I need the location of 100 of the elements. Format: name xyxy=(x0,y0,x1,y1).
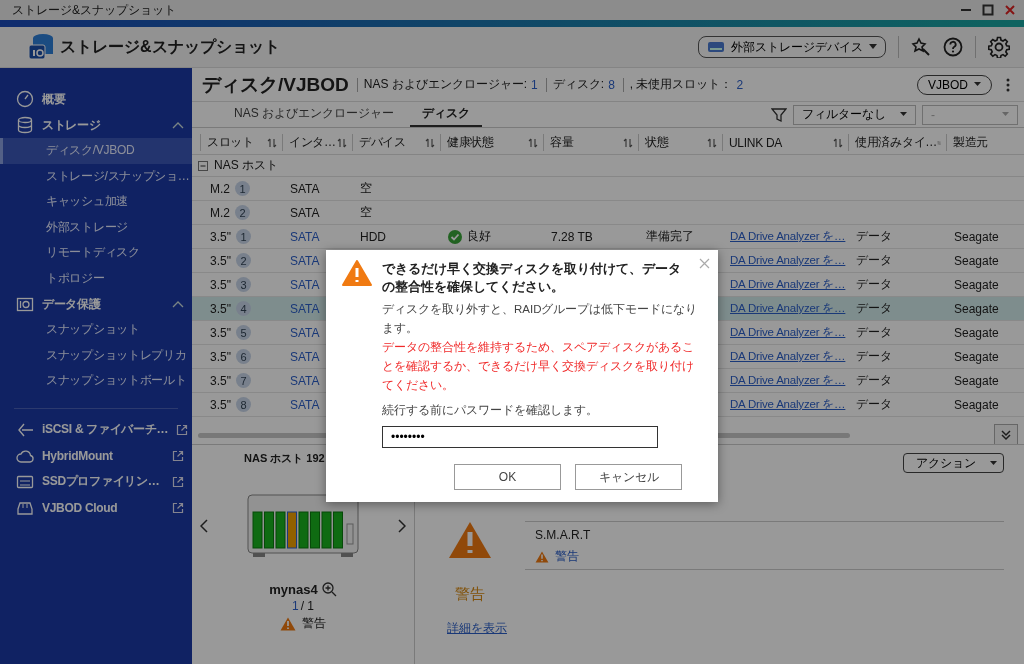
enclosure-title: NAS ホスト 192 xyxy=(244,451,325,466)
column-header[interactable]: 製造元 xyxy=(946,134,1024,151)
column-header[interactable]: スロット xyxy=(200,134,282,151)
close-icon[interactable] xyxy=(1004,4,1016,16)
external-link-icon[interactable] xyxy=(172,501,184,514)
caret-icon xyxy=(974,82,981,87)
dialog-button[interactable]: キャンセル xyxy=(575,464,682,490)
slot-number: 4 xyxy=(235,301,251,316)
zoom-in-icon[interactable] xyxy=(321,582,337,597)
sidebar-subitem[interactable]: スナップショット xyxy=(0,317,192,343)
table-cell: Seagate xyxy=(954,373,999,388)
drive-analyzer-link[interactable]: DA Drive Analyzer を… xyxy=(730,229,846,244)
next-icon[interactable] xyxy=(398,519,406,533)
table-cell: SATA xyxy=(290,181,320,196)
slot-label: 3.5" xyxy=(210,277,231,292)
sidebar-subitem[interactable]: トポロジー xyxy=(0,265,192,291)
external-link-icon[interactable] xyxy=(172,475,184,488)
dialog-title: できるだけ早く交換ディスクを取り付けて、データの整合性を確保してください。 xyxy=(382,260,682,296)
table-row[interactable]: M.2 1 SATA 空 xyxy=(192,177,1024,201)
help-icon[interactable] xyxy=(943,37,963,57)
interface-link[interactable]: SATA xyxy=(290,229,320,244)
vjbod-dropdown[interactable]: VJBOD xyxy=(917,74,992,95)
nas-name: mynas4 xyxy=(269,582,318,597)
gauge-icon xyxy=(16,90,34,108)
tab[interactable]: NAS およびエンクロージャー xyxy=(222,102,406,127)
interface-link[interactable]: SATA xyxy=(290,349,320,364)
dialog-button[interactable]: OK xyxy=(454,464,561,490)
chevron-up-icon[interactable] xyxy=(172,121,184,129)
storage-logo-icon xyxy=(28,33,54,61)
column-header[interactable]: 状態 xyxy=(638,134,722,151)
column-header[interactable]: 健康状態 xyxy=(440,134,543,151)
interface-link[interactable]: SATA xyxy=(290,397,320,412)
warning-icon xyxy=(535,550,549,563)
table-cell: データ xyxy=(856,276,892,293)
external-link-icon[interactable] xyxy=(176,423,189,436)
slot-label: 3.5" xyxy=(210,325,231,340)
table-cell: データ xyxy=(856,300,892,317)
column-header[interactable]: デバイス xyxy=(352,134,440,151)
slot-number: 6 xyxy=(235,349,251,364)
external-storage-button[interactable]: 外部ストレージデバイス xyxy=(698,36,886,58)
details-link[interactable]: 詳細を表示 xyxy=(447,620,507,637)
tab[interactable]: ディスク xyxy=(410,102,482,127)
warning-icon xyxy=(280,616,296,631)
drive-analyzer-link[interactable]: DA Drive Analyzer を… xyxy=(730,325,846,340)
table-cell: Seagate xyxy=(954,349,999,364)
column-header[interactable]: 容量 xyxy=(543,134,638,151)
column-header[interactable]: ULINK DA xyxy=(722,134,848,151)
sidebar-subitem[interactable]: キャッシュ加速 xyxy=(0,189,192,215)
external-link-icon[interactable] xyxy=(172,449,184,462)
table-cell: 良好 xyxy=(467,228,491,245)
table-cell: データ xyxy=(856,396,892,413)
sidebar-item[interactable]: SSDプロファイリン… xyxy=(0,468,192,495)
collapse-icon[interactable] xyxy=(198,160,208,171)
interface-link[interactable]: SATA xyxy=(290,277,320,292)
slot-number: 8 xyxy=(235,397,251,412)
chevron-up-icon[interactable] xyxy=(172,300,184,308)
drive-analyzer-link[interactable]: DA Drive Analyzer を… xyxy=(730,373,846,388)
sidebar-item[interactable]: iSCSI & ファイバーチ… xyxy=(0,416,192,443)
sidebar-subitem[interactable]: 外部ストレージ xyxy=(0,214,192,240)
interface-link[interactable]: SATA xyxy=(290,373,320,388)
drive-analyzer-link[interactable]: DA Drive Analyzer を… xyxy=(730,253,846,268)
table-cell: データ xyxy=(856,324,892,341)
maximize-icon[interactable] xyxy=(982,4,994,16)
interface-link[interactable]: SATA xyxy=(290,253,320,268)
table-cell: Seagate xyxy=(954,253,999,268)
sidebar-item[interactable]: HybridMount xyxy=(0,442,192,469)
table-row[interactable]: M.2 2 SATA 空 xyxy=(192,201,1024,225)
table-row[interactable]: 3.5" 1 SATA HDD 良好 7.28 TB 準備完了 DA Drive Analyzer を… データ Seagate xyxy=(192,225,1024,249)
magic-wand-icon[interactable] xyxy=(911,37,931,57)
table-cell: Seagate xyxy=(954,301,999,316)
interface-link[interactable]: SATA xyxy=(290,301,320,316)
settings-icon[interactable] xyxy=(988,36,1010,58)
filter-dropdown[interactable]: フィルターなし xyxy=(793,104,916,125)
column-header[interactable]: 使用済みタイ… xyxy=(848,134,946,151)
sidebar-subitem[interactable]: スナップショットボールト xyxy=(0,368,192,394)
table-cell: データ xyxy=(856,372,892,389)
previous-icon[interactable] xyxy=(200,519,208,533)
more-options-icon[interactable] xyxy=(1006,77,1010,92)
sidebar-item[interactable]: VJBOD Cloud xyxy=(0,494,192,521)
double-chevron-icon xyxy=(1000,428,1012,441)
sidebar-subitem[interactable]: リモートディスク xyxy=(0,240,192,266)
window-title: ストレージ&スナップショット xyxy=(12,1,176,19)
sidebar-subitem[interactable]: ディスク/VJBOD xyxy=(0,138,192,164)
column-header[interactable]: インタ… xyxy=(282,134,352,151)
stat-value: 8 xyxy=(608,77,615,92)
interface-link[interactable]: SATA xyxy=(290,325,320,340)
sidebar-item[interactable]: データ保護 xyxy=(0,291,192,317)
expand-panel-button[interactable] xyxy=(994,424,1018,444)
table-cell: HDD xyxy=(360,229,386,244)
drive-analyzer-link[interactable]: DA Drive Analyzer を… xyxy=(730,349,846,364)
sidebar-subitem[interactable]: スナップショットレプリカ xyxy=(0,342,192,368)
slot-label: 3.5" xyxy=(210,301,231,316)
sidebar-item[interactable]: 概要 xyxy=(0,86,192,112)
sidebar-item[interactable]: ストレージ xyxy=(0,112,192,138)
drive-analyzer-link[interactable]: DA Drive Analyzer を… xyxy=(730,277,846,292)
drive-analyzer-link[interactable]: DA Drive Analyzer を… xyxy=(730,397,846,412)
table-cell: Seagate xyxy=(954,397,999,412)
action-dropdown[interactable]: アクション xyxy=(903,453,1004,473)
password-field[interactable]: •••••••• xyxy=(382,426,658,448)
drive-analyzer-link[interactable]: DA Drive Analyzer を… xyxy=(730,301,846,316)
